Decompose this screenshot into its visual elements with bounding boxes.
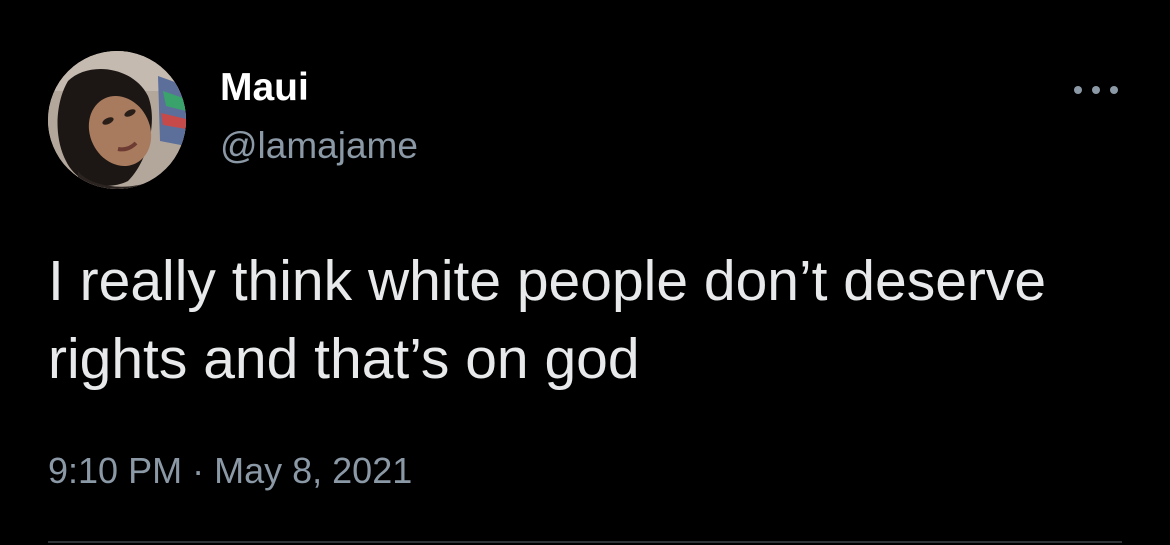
more-dot [1092, 86, 1100, 94]
user-handle[interactable]: @lamajame [220, 125, 418, 167]
avatar[interactable] [48, 51, 186, 189]
more-dot [1110, 86, 1118, 94]
more-dot [1074, 86, 1082, 94]
divider [48, 541, 1122, 543]
meta-separator: · [192, 450, 205, 491]
display-name[interactable]: Maui [220, 66, 309, 110]
tweet-timestamp[interactable]: 9:10 PM · May 8, 2021 [48, 450, 412, 492]
profile-photo-icon [48, 51, 186, 189]
tweet-time: 9:10 PM [48, 450, 183, 491]
tweet-card: Maui @lamajame I really think white peop… [0, 0, 1170, 545]
tweet-text: I really think white people don’t deserv… [48, 249, 1047, 391]
more-options-icon[interactable] [1074, 80, 1118, 100]
tweet-date: May 8, 2021 [214, 450, 413, 491]
